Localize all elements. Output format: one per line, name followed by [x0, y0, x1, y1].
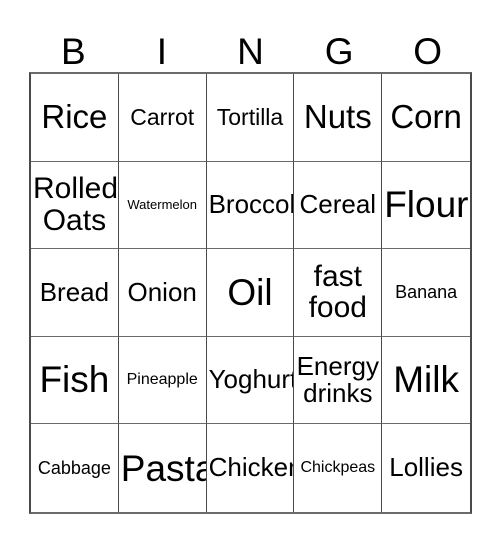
bingo-cell-label: Lollies — [389, 452, 463, 483]
bingo-cell[interactable]: Pasta — [118, 424, 207, 512]
bingo-cell[interactable]: Lollies — [382, 424, 470, 512]
bingo-cell-label: Tortilla — [216, 104, 284, 131]
bingo-cell[interactable]: Onion — [118, 249, 207, 337]
bingo-cell-label: Onion — [127, 276, 197, 307]
bingo-cell-label: Cereal — [299, 189, 377, 220]
bingo-cell[interactable]: Cereal — [294, 161, 383, 250]
bingo-cell[interactable]: Broccoli — [206, 161, 295, 250]
bingo-cell-label: Fish — [39, 359, 110, 401]
bingo-cell-label: Chickpeas — [300, 458, 376, 476]
bingo-header-letter-o: O — [413, 31, 443, 72]
bingo-card: B I N G O Rice Carrot Tortilla Nuts Corn Roll… — [0, 0, 500, 544]
bingo-cell-label: Broccoli — [208, 189, 295, 220]
bingo-header-letter-g: G — [324, 31, 354, 72]
bingo-cell-label: Carrot — [130, 104, 195, 131]
bingo-cell-label: Watermelon — [127, 197, 197, 212]
bingo-cell-label: Nuts — [303, 97, 372, 135]
bingo-cell[interactable]: Flour — [382, 161, 470, 250]
bingo-cell[interactable]: Chickpeas — [294, 424, 383, 512]
bingo-cell[interactable]: Rice — [31, 74, 119, 162]
bingo-cell[interactable]: Chicken — [206, 424, 295, 512]
bingo-cell[interactable]: Banana — [382, 249, 470, 337]
bingo-cell-label: Flour — [384, 184, 469, 226]
bingo-cell-label: Pasta — [120, 447, 207, 489]
bingo-cell[interactable]: fast food — [294, 249, 383, 337]
bingo-cell[interactable]: Oil — [206, 249, 295, 337]
bingo-header-letter-b: B — [60, 31, 86, 72]
bingo-cell[interactable]: Tortilla — [206, 74, 295, 162]
bingo-cell-label: Cabbage — [37, 457, 111, 478]
bingo-cell-label: Rice — [41, 97, 108, 135]
bingo-cell[interactable]: Yoghurt — [206, 336, 295, 425]
bingo-cell-label: Energy drinks — [296, 350, 379, 409]
bingo-cell[interactable]: Nuts — [294, 74, 383, 162]
bingo-cell-label: fast food — [308, 259, 367, 325]
bingo-cell-label: Chicken — [208, 452, 295, 483]
bingo-cell[interactable]: Fish — [31, 336, 119, 425]
bingo-grid: Rice Carrot Tortilla Nuts Corn Rolled Oats Wat… — [29, 72, 472, 514]
bingo-cell[interactable]: Bread — [31, 249, 119, 337]
bingo-cell-label: Milk — [393, 359, 459, 401]
bingo-cell-label: Yoghurt — [208, 364, 295, 395]
bingo-header-letter-i: I — [156, 31, 168, 72]
bingo-cell[interactable]: Rolled Oats — [31, 161, 119, 250]
bingo-cell-label: Pineapple — [126, 370, 198, 388]
bingo-header-row: B I N G O — [29, 14, 472, 72]
bingo-cell[interactable]: Carrot — [118, 74, 207, 162]
bingo-header-letter-n: N — [237, 31, 264, 72]
bingo-cell[interactable]: Pineapple — [118, 336, 207, 425]
bingo-cell[interactable]: Cabbage — [31, 424, 119, 512]
bingo-cell-label: Corn — [390, 97, 462, 135]
bingo-cell-label: Oil — [227, 271, 273, 313]
bingo-cell-label: Bread — [39, 276, 110, 307]
bingo-cell[interactable]: Watermelon — [118, 161, 207, 250]
bingo-cell[interactable]: Corn — [382, 74, 470, 162]
bingo-cell-label: Rolled Oats — [33, 172, 119, 237]
bingo-cell[interactable]: Energy drinks — [294, 336, 383, 425]
bingo-cell-label: Banana — [395, 281, 458, 302]
bingo-cell[interactable]: Milk — [382, 336, 470, 425]
